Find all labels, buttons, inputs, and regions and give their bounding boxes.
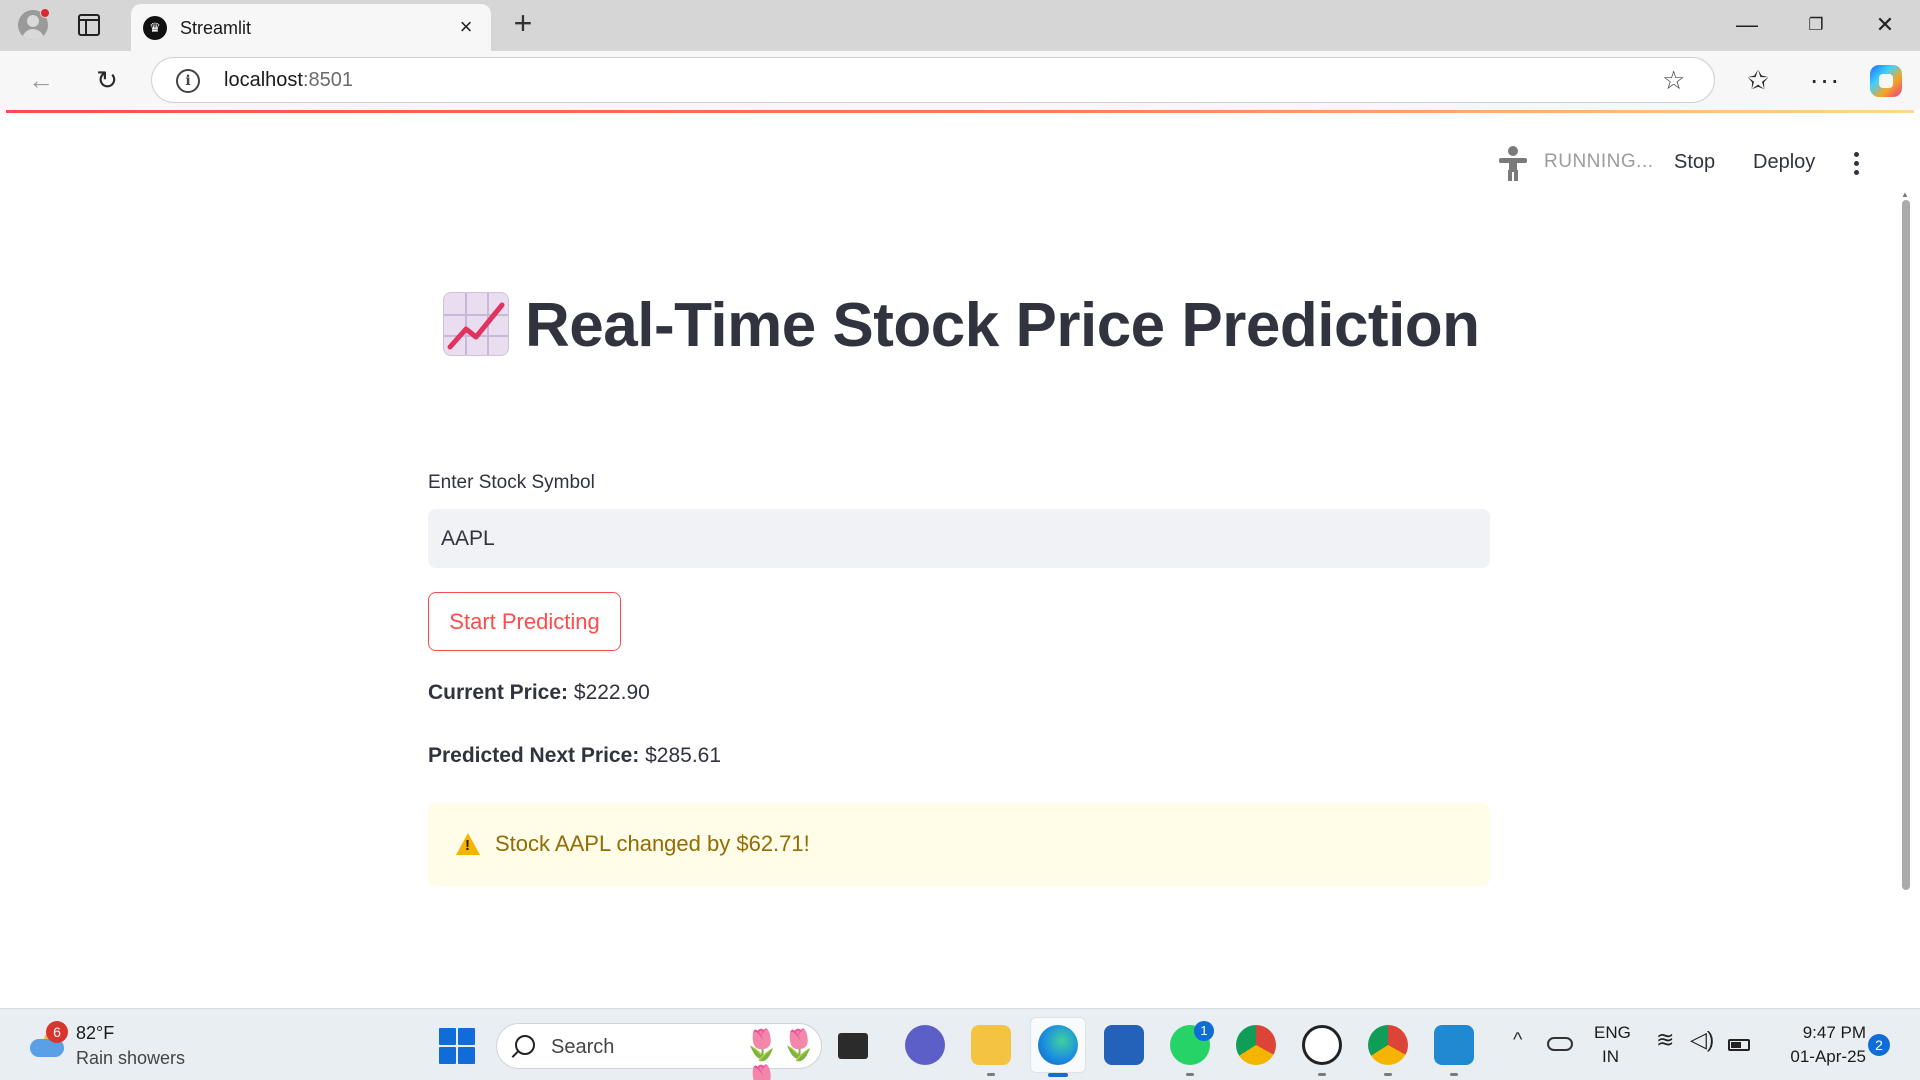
running-person-icon — [1497, 146, 1529, 181]
weather-temp[interactable]: 82°F — [76, 1023, 114, 1044]
tulips-icon: 🌷🌷🌷 — [743, 1029, 818, 1080]
copilot-icon[interactable] — [1870, 65, 1902, 97]
browser-nav-bar: ← ↻ i localhost:8501 ☆ ✩ ··· — [0, 51, 1920, 110]
scroll-up-icon[interactable]: ▲ — [1901, 190, 1909, 199]
stock-symbol-label: Enter Stock Symbol — [428, 472, 595, 493]
site-info-icon[interactable]: i — [176, 69, 200, 93]
clock-date[interactable]: 01-Apr-25 — [1776, 1047, 1866, 1067]
address-url[interactable]: localhost:8501 — [224, 69, 353, 92]
predicted-price-label: Predicted Next Price: — [428, 744, 640, 767]
weather-desc[interactable]: Rain showers — [76, 1048, 185, 1069]
browser-more-icon[interactable]: ··· — [1808, 63, 1842, 97]
whatsapp-badge: 1 — [1194, 1021, 1214, 1041]
language-region[interactable]: IN — [1602, 1047, 1619, 1067]
battery-icon[interactable] — [1728, 1039, 1750, 1051]
notification-count-badge[interactable]: 2 — [1868, 1034, 1890, 1056]
microsoft-store-icon[interactable] — [1104, 1025, 1144, 1065]
address-bar[interactable]: i localhost:8501 ☆ — [151, 57, 1715, 103]
whatsapp-running-dot — [1186, 1073, 1194, 1076]
edge-browser-icon[interactable] — [1038, 1025, 1078, 1065]
clock-time[interactable]: 9:47 PM — [1790, 1023, 1866, 1043]
predicted-price-value: $285.61 — [645, 744, 722, 767]
chrome-icon[interactable] — [1236, 1025, 1276, 1065]
chrome-profile-icon[interactable] — [1368, 1025, 1408, 1065]
page-title: Real-Time Stock Price Prediction — [525, 291, 1480, 360]
language-indicator[interactable]: ENG — [1594, 1023, 1631, 1043]
teams-meet-icon[interactable] — [905, 1025, 945, 1065]
tab-close-icon[interactable]: × — [453, 14, 479, 40]
tray-overflow-chevron-icon[interactable]: ^ — [1513, 1029, 1522, 1052]
task-view-icon[interactable] — [838, 1033, 868, 1059]
stock-symbol-input[interactable] — [428, 509, 1490, 568]
back-arrow-icon[interactable]: ← — [24, 63, 58, 97]
chrome-running-dot — [1384, 1073, 1392, 1076]
warning-alert: Stock AAPL changed by $62.71! — [428, 803, 1490, 886]
current-price-value: $222.90 — [573, 681, 650, 704]
favorites-icon[interactable]: ✩ — [1741, 63, 1775, 97]
page-scrollbar[interactable] — [1902, 200, 1910, 890]
chatgpt-running-dot — [1318, 1073, 1326, 1076]
browser-tab-streamlit[interactable]: ♛ Streamlit × — [131, 4, 491, 51]
edge-active-indicator — [1048, 1073, 1068, 1077]
tab-actions-icon[interactable] — [78, 14, 100, 36]
weather-badge: 6 — [46, 1021, 68, 1043]
window-restore-icon[interactable]: ❐ — [1793, 10, 1839, 40]
reload-icon[interactable]: ↻ — [90, 63, 124, 97]
current-price-label: Current Price: — [428, 681, 569, 704]
file-explorer-running-dot — [987, 1073, 995, 1076]
deploy-button[interactable]: Deploy — [1753, 151, 1815, 174]
status-running-text: RUNNING... — [1544, 151, 1654, 172]
window-close-icon[interactable]: ✕ — [1862, 10, 1908, 40]
stop-button[interactable]: Stop — [1674, 151, 1715, 174]
browser-tab-bar: ♛ Streamlit × + — ❐ ✕ — [0, 0, 1920, 51]
vertical-ellipsis-icon[interactable] — [1847, 146, 1867, 180]
tab-title: Streamlit — [180, 18, 252, 38]
vscode-running-dot — [1450, 1073, 1458, 1076]
new-tab-icon[interactable]: + — [507, 7, 539, 40]
taskbar-search[interactable]: Search 🌷🌷🌷 — [496, 1023, 822, 1080]
streamlit-app: RUNNING... Stop Deploy Real-Time Stock P… — [6, 110, 1914, 1004]
profile-notification-dot — [40, 8, 50, 18]
onedrive-cloud-icon[interactable] — [1547, 1037, 1573, 1051]
main-block: Real-Time Stock Price Prediction Enter S… — [428, 110, 1490, 1004]
alert-text: Stock AAPL changed by $62.71! — [495, 831, 810, 856]
chatgpt-icon[interactable] — [1302, 1025, 1342, 1065]
search-label: Search — [551, 1036, 615, 1058]
windows-taskbar: 6 82°F Rain showers Search 🌷🌷🌷 1 ^ ENG I… — [0, 1008, 1920, 1080]
favorite-star-icon[interactable]: ☆ — [1662, 66, 1685, 94]
current-price: Current Price: $222.90 — [428, 681, 650, 705]
chart-increasing-icon — [443, 292, 509, 356]
windows-start-icon[interactable] — [437, 1026, 477, 1066]
wifi-icon[interactable]: ≋ — [1656, 1027, 1674, 1053]
start-predicting-button[interactable]: Start Predicting — [428, 592, 621, 651]
search-icon — [515, 1035, 535, 1055]
predicted-price: Predicted Next Price: $285.61 — [428, 744, 721, 768]
file-explorer-icon[interactable] — [971, 1025, 1011, 1065]
vscode-icon[interactable] — [1434, 1025, 1474, 1065]
warning-icon — [456, 833, 480, 855]
window-minimize-icon[interactable]: — — [1724, 10, 1770, 40]
streamlit-crown-icon: ♛ — [143, 16, 167, 40]
volume-icon[interactable]: ◁) — [1690, 1027, 1714, 1053]
